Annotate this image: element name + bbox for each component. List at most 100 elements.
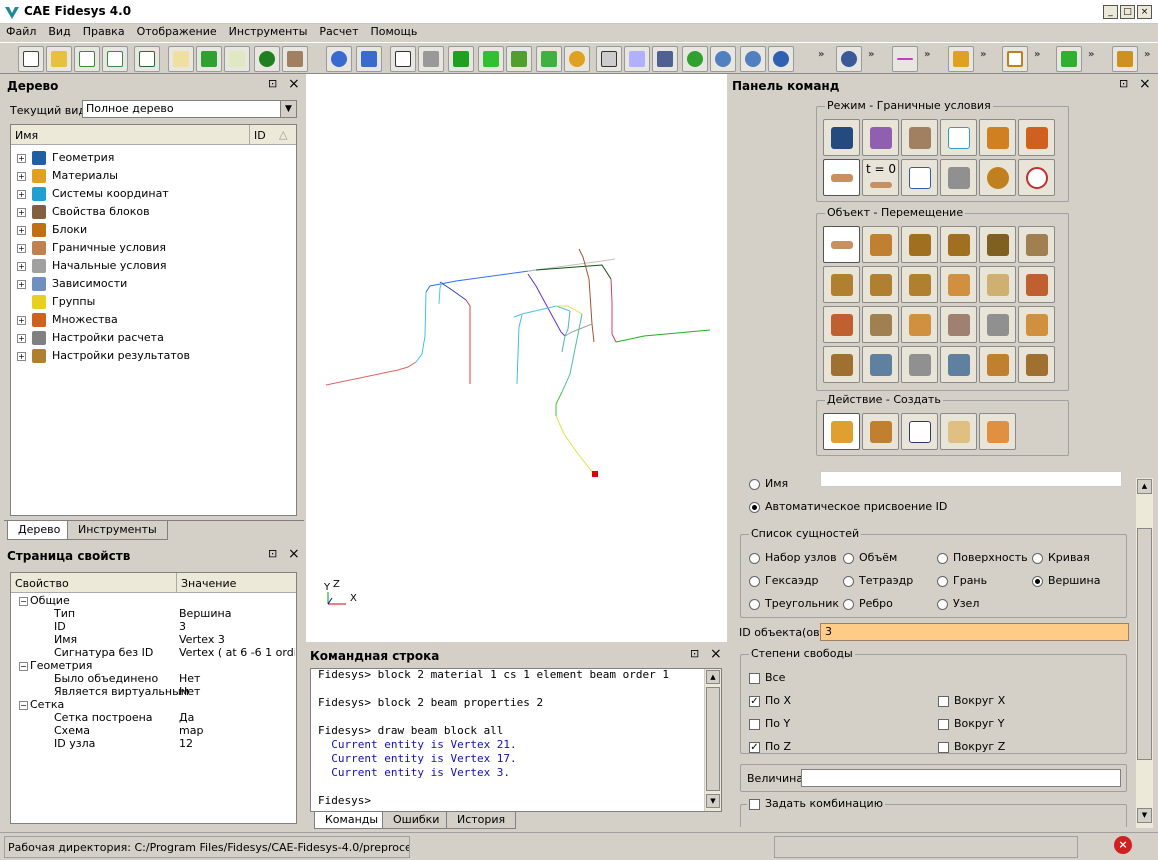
entity-radio[interactable]: Узел (937, 597, 979, 610)
tree-item[interactable]: + Системы координат (17, 185, 293, 203)
tree-item[interactable]: + Свойства блоков (17, 203, 293, 221)
minimize-button[interactable]: _ (1103, 5, 1118, 19)
object-button[interactable] (862, 306, 899, 343)
entity-radio[interactable]: Набор узлов (749, 551, 837, 564)
id-button[interactable] (224, 46, 250, 72)
mode-geometry-button[interactable] (823, 119, 860, 156)
name-radio[interactable]: Имя (749, 477, 788, 490)
collapse-icon[interactable]: − (19, 596, 28, 606)
object-button[interactable] (1018, 226, 1055, 263)
run-script-button[interactable] (196, 46, 222, 72)
dof-x-checkbox[interactable]: ✓ По X (749, 694, 791, 707)
edit-script-button[interactable] (168, 46, 194, 72)
property-group[interactable]: − Общие (11, 594, 296, 607)
object-button[interactable] (823, 226, 860, 263)
object-button[interactable] (1018, 306, 1055, 343)
scroll-down-icon[interactable]: ▼ (706, 794, 720, 808)
expand-icon[interactable]: + (17, 189, 26, 199)
current-view-select[interactable]: Полное дерево ▼ (82, 100, 297, 118)
perspective-button[interactable] (624, 46, 650, 72)
tab-tools[interactable]: Инструменты (67, 521, 168, 540)
action-modify-button[interactable] (862, 413, 899, 450)
action-create-button[interactable] (823, 413, 860, 450)
dof-ry-checkbox[interactable]: Вокруг Y (938, 717, 1004, 730)
grid-button[interactable] (596, 46, 622, 72)
expand-icon[interactable]: + (17, 171, 26, 181)
object-button[interactable] (979, 226, 1016, 263)
menu-help[interactable]: Помощь (365, 24, 424, 38)
zoom-out-button[interactable] (740, 46, 766, 72)
toolbar-overflow-4[interactable]: » (980, 49, 986, 60)
toolbar-overflow-3[interactable]: » (924, 49, 930, 60)
menu-file[interactable]: Файл (0, 24, 42, 38)
object-button[interactable] (901, 266, 938, 303)
expand-icon[interactable]: + (17, 351, 26, 361)
object-ids-input[interactable]: 3 (820, 623, 1129, 641)
reset-view-button[interactable] (326, 46, 352, 72)
tool-hammer-button[interactable] (282, 46, 308, 72)
mode-initial-conditions-button[interactable]: t = 0 (862, 159, 899, 196)
gears-button[interactable] (836, 46, 862, 72)
mode-mesh-button[interactable] (862, 119, 899, 156)
tree-item[interactable]: + Блоки (17, 221, 293, 239)
cmdpanel-float-button[interactable]: ⊡ (1119, 77, 1128, 90)
expand-icon[interactable]: + (17, 207, 26, 217)
action-delete-button[interactable] (979, 413, 1016, 450)
auto-id-radio[interactable]: Автоматическое присвоение ID (749, 500, 947, 513)
undo-button[interactable] (356, 46, 382, 72)
object-button[interactable] (979, 346, 1016, 383)
tree-col-id[interactable]: ID (249, 125, 270, 145)
object-button[interactable] (940, 266, 977, 303)
property-row[interactable]: Сигнатура без ID Vertex ( at 6 -6 1 ordi.… (11, 646, 296, 659)
property-group[interactable]: − Сетка (11, 698, 296, 711)
cmdline-close-button[interactable]: × (710, 646, 722, 662)
object-button[interactable] (823, 266, 860, 303)
toolbar-overflow-6[interactable]: » (1088, 49, 1094, 60)
dof-z-checkbox[interactable]: ✓ По Z (749, 740, 791, 753)
col-property[interactable]: Свойство (15, 577, 69, 590)
mesh-view-button[interactable] (536, 46, 562, 72)
mode-calc-settings-button[interactable] (940, 159, 977, 196)
object-button[interactable] (823, 306, 860, 343)
mode-blocks-button[interactable] (979, 119, 1016, 156)
export-button[interactable] (134, 46, 160, 72)
mode-sets-button[interactable] (1018, 119, 1055, 156)
object-button[interactable] (979, 306, 1016, 343)
collapse-icon[interactable]: − (19, 661, 28, 671)
mode-view-results-button[interactable] (1018, 159, 1055, 196)
property-group[interactable]: − Геометрия (11, 659, 296, 672)
menu-edit[interactable]: Правка (77, 24, 131, 38)
run-calc-button[interactable] (1056, 46, 1082, 72)
rotate-button[interactable] (682, 46, 708, 72)
tree-close-button[interactable]: × (288, 76, 300, 92)
tree-col-name[interactable]: Имя (15, 129, 38, 142)
mode-materials-button[interactable] (901, 119, 938, 156)
object-button[interactable] (901, 346, 938, 383)
scroll-down-icon[interactable]: ▼ (1137, 808, 1152, 823)
open-file-button[interactable] (46, 46, 72, 72)
property-row[interactable]: Схема map (11, 724, 296, 737)
mode-dependencies-button[interactable] (901, 159, 938, 196)
toolbar-overflow-1[interactable]: » (818, 49, 824, 60)
property-row[interactable]: Было объединено Нет (11, 672, 296, 685)
cmd-scroll-thumb[interactable] (706, 687, 720, 791)
expand-icon[interactable]: + (17, 261, 26, 271)
mesh-tool-button[interactable] (1002, 46, 1028, 72)
crosshair-button[interactable] (892, 46, 918, 72)
command-panel-scrollbar[interactable]: ▲ ▼ (1136, 478, 1153, 828)
object-button[interactable] (901, 226, 938, 263)
expand-icon[interactable]: + (17, 153, 26, 163)
smooth-shaded-button[interactable] (478, 46, 504, 72)
mode-boundary-conditions-button[interactable] (823, 159, 860, 196)
menu-tools[interactable]: Инструменты (223, 24, 314, 38)
wireframe-button[interactable] (390, 46, 416, 72)
entity-radio[interactable]: Грань (937, 574, 987, 587)
property-row[interactable]: Имя Vertex 3 (11, 633, 296, 646)
scroll-up-icon[interactable]: ▲ (1137, 479, 1152, 494)
nodes-view-button[interactable] (564, 46, 590, 72)
tab-history[interactable]: История (446, 812, 517, 829)
tree-item[interactable]: + Материалы (17, 167, 293, 185)
property-row[interactable]: ID узла 12 (11, 737, 296, 750)
tree-item[interactable]: + Множества (17, 311, 293, 329)
dof-y-checkbox[interactable]: По Y (749, 717, 790, 730)
